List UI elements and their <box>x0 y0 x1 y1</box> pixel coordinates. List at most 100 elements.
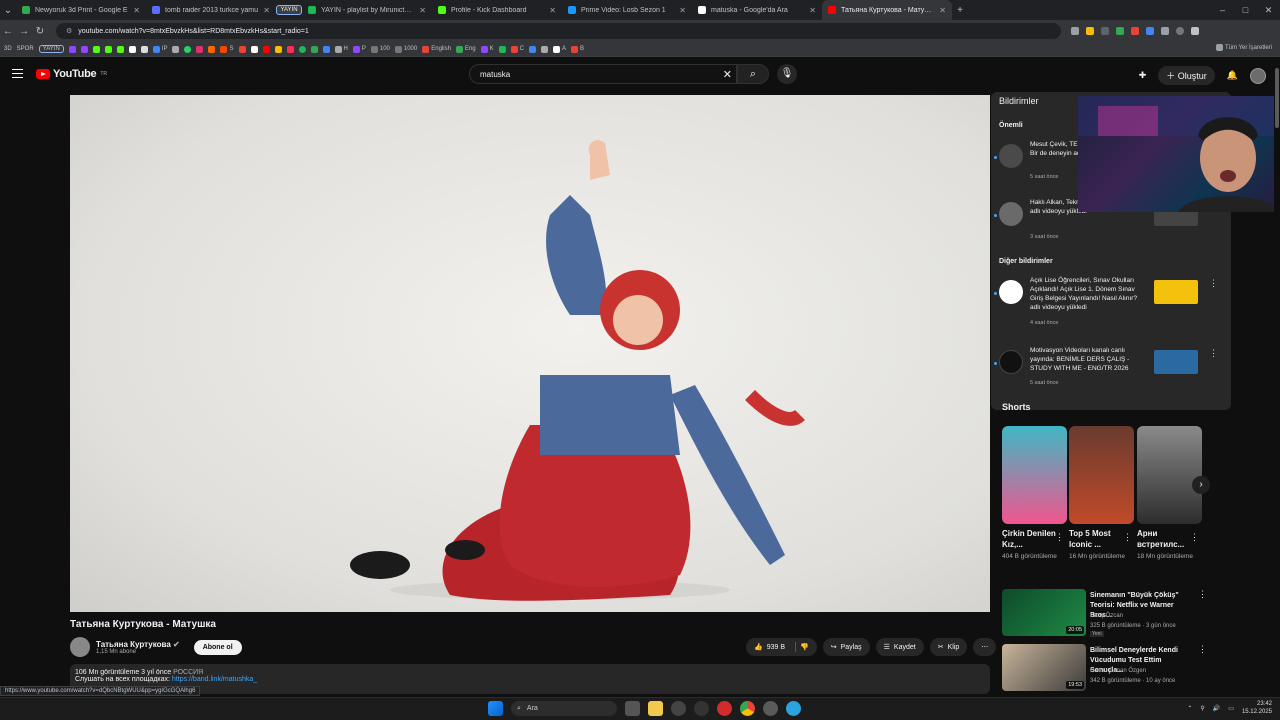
hamburger-menu-icon[interactable] <box>12 69 23 78</box>
tray-overflow-icon[interactable]: ⌃ <box>1187 705 1192 712</box>
close-tab-icon[interactable]: ✕ <box>939 6 946 15</box>
battery-icon[interactable]: ▭ <box>1228 705 1234 712</box>
more-vert-icon[interactable]: ⋮ <box>1190 532 1199 543</box>
shorts-next-chevron-icon[interactable]: › <box>1192 476 1210 494</box>
close-tab-icon[interactable]: ✕ <box>133 6 140 15</box>
search-button[interactable]: ⌕ <box>737 64 769 84</box>
video-player[interactable] <box>70 95 990 612</box>
bookmark-icon[interactable] <box>140 45 148 53</box>
bookmark-icon[interactable] <box>172 45 180 53</box>
more-vert-icon[interactable]: ⋮ <box>1198 589 1207 600</box>
close-tab-icon[interactable]: ✕ <box>679 6 686 15</box>
maximize-icon[interactable]: □ <box>1234 0 1257 20</box>
description-box[interactable]: 106 Mn görüntüleme 3 yıl önce РОССИЯ Слу… <box>70 664 990 694</box>
task-view-icon[interactable] <box>625 701 640 716</box>
network-icon[interactable]: ⚲ <box>1200 705 1204 712</box>
bookmark-icon[interactable] <box>480 45 488 53</box>
clip-button[interactable]: ✂ Klip <box>929 638 968 656</box>
bookmark-icon[interactable] <box>394 45 402 53</box>
short-thumbnail[interactable] <box>1137 426 1202 524</box>
extension-icon[interactable] <box>1146 27 1154 35</box>
close-tab-icon[interactable]: ✕ <box>809 6 816 15</box>
notification-item[interactable]: Açık Lise Öğrencileri, Sınav Okulları Aç… <box>991 274 1231 330</box>
short-title[interactable]: Çirkin Denilen Kız,... <box>1002 528 1057 550</box>
tiktok-icon[interactable] <box>128 45 136 53</box>
kick-icon[interactable] <box>104 45 112 53</box>
desc-link[interactable]: https://band.link/matushka_ <box>172 676 257 683</box>
twitch-icon[interactable] <box>80 45 88 53</box>
install-icon[interactable] <box>1071 27 1079 35</box>
bookmark-icon[interactable] <box>528 45 536 53</box>
app-icon[interactable] <box>671 701 686 716</box>
kebab-menu-icon[interactable] <box>1191 27 1199 35</box>
bookmark-icon[interactable] <box>510 45 518 53</box>
bookmark-yayin[interactable]: YAYIN <box>38 45 64 53</box>
bookmark-icon[interactable] <box>286 45 294 53</box>
bookmark-icon[interactable] <box>422 45 430 53</box>
browser-tab[interactable]: Prime Video: Losb Sezon 1 ✕ <box>562 0 692 20</box>
reload-icon[interactable]: ↻ <box>32 26 48 37</box>
bookmark-icon[interactable] <box>334 45 342 53</box>
short-title[interactable]: Top 5 Most Iconic ... <box>1069 528 1124 550</box>
browser-tab[interactable]: tomb raider 2013 turkce yamu ✕ <box>146 0 276 20</box>
close-tab-icon[interactable]: ✕ <box>263 6 270 15</box>
browser-tab[interactable]: YAYIN - playlist by Mirunicterb ✕ <box>302 0 432 20</box>
chrome-icon[interactable] <box>740 701 755 716</box>
search-input[interactable]: matuska ✕ <box>469 64 737 84</box>
bookmark-icon[interactable] <box>238 45 246 53</box>
bookmark-icon[interactable] <box>322 45 330 53</box>
site-info-icon[interactable]: ⚙ <box>66 27 72 35</box>
whatsapp-icon[interactable] <box>184 45 192 53</box>
tab-group-label[interactable]: YAYIN <box>276 5 302 15</box>
bookmark-icon[interactable] <box>370 45 378 53</box>
bookmark-3d[interactable]: 3D <box>4 46 12 52</box>
tab-search-icon[interactable]: ⌄ <box>0 5 16 16</box>
subscribe-button[interactable]: Abone ol <box>193 639 242 655</box>
clock[interactable]: 23:42 15.12.2025 <box>1242 700 1272 716</box>
channel-name[interactable]: Татьяна Куртукова ✔ <box>96 640 180 649</box>
bookmark-icon[interactable] <box>250 45 258 53</box>
more-vert-icon[interactable]: ⋮ <box>1209 278 1218 289</box>
thumbs-down-icon[interactable]: 👎 <box>800 643 809 651</box>
bookmark-icon[interactable] <box>274 45 282 53</box>
voice-search-mic-icon[interactable]: 🎙 <box>777 64 797 84</box>
browser-tab[interactable]: matuska - Google'da Ara ✕ <box>692 0 822 20</box>
close-tab-icon[interactable]: ✕ <box>419 6 426 15</box>
extension-icon[interactable] <box>1131 27 1139 35</box>
bookmark-icon[interactable] <box>455 45 463 53</box>
bookmark-icon[interactable] <box>570 45 578 53</box>
new-tab-button[interactable]: + <box>952 5 968 16</box>
account-avatar[interactable] <box>1250 67 1266 84</box>
close-tab-icon[interactable]: ✕ <box>549 6 556 15</box>
close-window-icon[interactable]: ✕ <box>1257 0 1280 20</box>
all-bookmarks[interactable]: Tüm Yer İşaretleri <box>1215 44 1272 51</box>
notifications-bell-icon[interactable]: 🔔 <box>1227 70 1238 81</box>
taskbar-search[interactable]: ⌕ Ara <box>511 701 617 716</box>
puzzle-icon[interactable] <box>1161 27 1169 35</box>
extension-icon[interactable] <box>1101 27 1109 35</box>
browser-tab[interactable]: Profile - Kick Dashboard ✕ <box>432 0 562 20</box>
short-thumbnail[interactable] <box>1069 426 1134 524</box>
scrollbar-thumb[interactable] <box>1275 68 1279 128</box>
notification-item[interactable]: Motivasyon Videoları kanalı canlı yayınd… <box>991 344 1231 400</box>
bookmark-icon[interactable] <box>540 45 548 53</box>
bookmark-icon[interactable] <box>208 45 216 53</box>
create-button[interactable]: ＋ Oluştur <box>1158 66 1215 85</box>
short-thumbnail[interactable] <box>1002 426 1067 524</box>
channel-avatar[interactable] <box>70 637 90 657</box>
minimize-icon[interactable]: – <box>1211 0 1234 20</box>
more-vert-icon[interactable]: ⋮ <box>1055 532 1064 543</box>
app-icon[interactable] <box>763 701 778 716</box>
back-icon[interactable]: ← <box>0 26 16 37</box>
share-button[interactable]: ↪ Paylaş <box>822 638 870 656</box>
related-video[interactable]: 19:53 Bilimsel Deneylerde Kendi Vücudumu… <box>1002 644 1207 692</box>
bookmark-icon[interactable] <box>352 45 360 53</box>
kick-icon[interactable] <box>116 45 124 53</box>
telegram-icon[interactable] <box>786 701 801 716</box>
reddit-icon[interactable] <box>220 45 228 53</box>
bookmark-icon[interactable] <box>552 45 560 53</box>
app-icon[interactable] <box>717 701 732 716</box>
extension-icon[interactable] <box>1116 27 1124 35</box>
spotify-icon[interactable] <box>298 45 306 53</box>
kick-icon[interactable] <box>92 45 100 53</box>
